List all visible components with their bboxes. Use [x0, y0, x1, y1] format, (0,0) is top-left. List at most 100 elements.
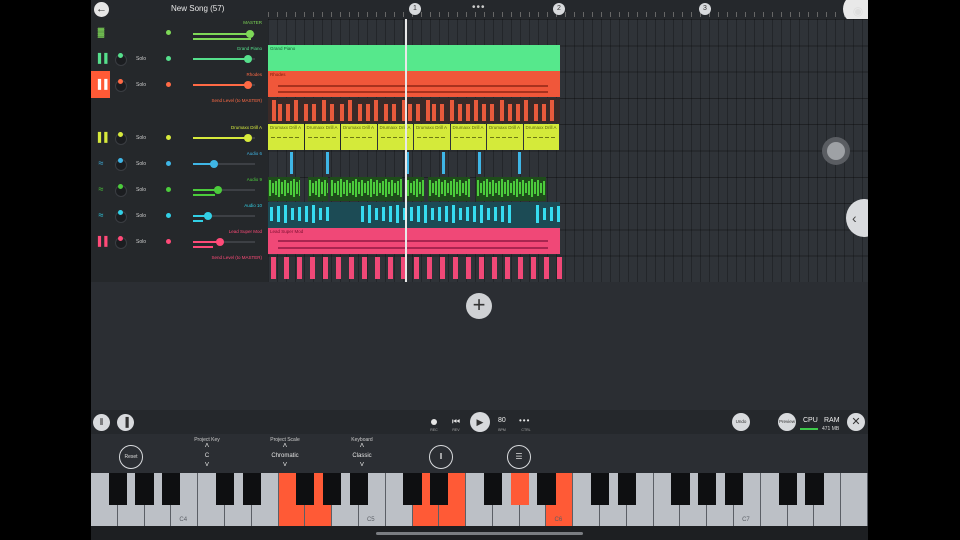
back-arrow-icon[interactable]: ←	[94, 2, 109, 17]
clip-rhodes-automation[interactable]	[268, 98, 560, 123]
clip-drumaxx[interactable]: Drumaxx Drill A	[523, 124, 559, 150]
undo-button[interactable]: Undo	[732, 413, 750, 431]
mute-dot[interactable]	[118, 158, 123, 163]
black-key[interactable]	[805, 473, 824, 505]
playhead[interactable]	[405, 19, 407, 282]
black-key[interactable]	[483, 473, 502, 505]
volume-fader[interactable]	[193, 55, 255, 63]
keyboard-value[interactable]: Classic	[337, 453, 387, 459]
black-key[interactable]	[778, 473, 797, 505]
timeline-marker-3[interactable]: 3	[699, 3, 711, 15]
fader-knob[interactable]	[214, 186, 222, 194]
black-key[interactable]	[296, 473, 315, 505]
solo-button[interactable]: Solo	[136, 187, 146, 193]
mute-dot[interactable]	[118, 53, 123, 58]
black-key[interactable]	[403, 473, 422, 505]
chevron-up-icon[interactable]: ˄	[337, 441, 387, 450]
preview-button[interactable]: Preview	[778, 413, 796, 431]
clip-rhodes[interactable]: Rhodes	[268, 71, 560, 97]
black-key[interactable]	[671, 473, 690, 505]
clip-drumaxx[interactable]: Drumaxx Drill A	[268, 124, 304, 150]
black-key[interactable]	[590, 473, 610, 505]
volume-fader[interactable]	[193, 81, 255, 89]
pause-keys-icon[interactable]: ‖	[429, 445, 453, 469]
project-scale-value[interactable]: Chromatic	[260, 453, 310, 459]
black-key[interactable]	[617, 473, 636, 505]
timeline-marker-1[interactable]: 1	[409, 3, 421, 15]
solo-button[interactable]: Solo	[136, 82, 146, 88]
mute-dot[interactable]	[118, 236, 123, 241]
solo-button[interactable]: Solo	[136, 135, 146, 141]
volume-fader[interactable]	[193, 134, 255, 142]
piano-keyboard[interactable]: C4 C5 C6 C7	[91, 473, 868, 526]
play-icon[interactable]: ▶	[470, 412, 490, 432]
solo-button[interactable]: Solo	[136, 161, 146, 167]
volume-fader[interactable]	[193, 238, 255, 246]
keyboard-layout-icon[interactable]: ☰	[507, 445, 531, 469]
black-key[interactable]	[537, 473, 556, 505]
timeline-ruler[interactable]	[268, 0, 868, 19]
playlist-area[interactable]: Grand Piano Rhodes Drumaxx Drill A Drumax…	[268, 19, 868, 282]
black-key[interactable]	[349, 473, 369, 505]
wave-bar	[417, 206, 420, 222]
clip-drumaxx[interactable]: Drumaxx Drill A	[414, 124, 450, 150]
solo-button[interactable]: Solo	[136, 56, 146, 62]
black-key[interactable]	[135, 473, 154, 505]
black-key[interactable]	[323, 473, 342, 505]
black-key[interactable]	[162, 473, 181, 505]
chevron-up-icon[interactable]: ˄	[260, 441, 310, 450]
add-track-button[interactable]: +	[466, 293, 492, 319]
note-bar	[307, 137, 312, 138]
close-icon[interactable]: ✕	[847, 413, 865, 431]
fader-knob[interactable]	[244, 55, 252, 63]
solo-button[interactable]: Solo	[136, 239, 146, 245]
fader-knob[interactable]	[244, 81, 252, 89]
volume-fader[interactable]	[193, 160, 255, 168]
mute-dot[interactable]	[118, 210, 123, 215]
chevron-down-icon[interactable]: ˅	[337, 460, 387, 469]
clip-grand-piano[interactable]: Grand Piano	[268, 45, 560, 71]
mixer-icon[interactable]: ⫴	[93, 414, 110, 431]
black-key[interactable]	[108, 473, 127, 505]
record-icon[interactable]	[431, 419, 437, 425]
volume-fader[interactable]	[193, 30, 255, 38]
scroll-knob[interactable]	[822, 137, 850, 165]
black-key[interactable]	[698, 473, 717, 505]
timeline-marker-2[interactable]: 2	[553, 3, 565, 15]
chevron-down-icon[interactable]: ˅	[260, 460, 310, 469]
fader-knob[interactable]	[210, 160, 218, 168]
mute-dot[interactable]	[118, 132, 123, 137]
black-key[interactable]	[724, 473, 744, 505]
solo-button[interactable]: Solo	[136, 213, 146, 219]
chevron-down-icon[interactable]: ˅	[182, 460, 232, 469]
volume-fader[interactable]	[193, 212, 255, 220]
black-key[interactable]	[215, 473, 235, 505]
fader-knob[interactable]	[244, 134, 252, 142]
clip-audio-10[interactable]	[268, 202, 560, 228]
fader-knob[interactable]	[204, 212, 212, 220]
mute-dot[interactable]	[118, 79, 123, 84]
rewind-icon[interactable]: ⏮	[452, 416, 460, 427]
more-options-icon[interactable]: •••	[472, 2, 486, 13]
project-key-value[interactable]: C	[182, 453, 232, 459]
black-key[interactable]	[430, 473, 449, 505]
clip-drumaxx[interactable]: Drumaxx Drill A	[487, 124, 523, 150]
white-key[interactable]	[841, 473, 868, 526]
volume-fader[interactable]	[193, 186, 255, 194]
fader-knob[interactable]	[216, 238, 224, 246]
note-bar	[453, 137, 458, 138]
reset-button[interactable]: Reset	[119, 445, 143, 469]
mute-dot[interactable]	[118, 184, 123, 189]
chevron-up-icon[interactable]: ˄	[182, 441, 232, 450]
clip-drumaxx[interactable]: Drumaxx Drill A	[341, 124, 377, 150]
black-key[interactable]	[510, 473, 529, 505]
clip-drumaxx[interactable]: Drumaxx Drill A	[377, 124, 413, 150]
bpm-value[interactable]: 80	[498, 417, 506, 424]
black-key[interactable]	[242, 473, 261, 505]
clip-drumaxx[interactable]: Drumaxx Drill A	[450, 124, 486, 150]
piano-roll-icon[interactable]: ▐	[117, 414, 134, 431]
ctrl-dots-icon[interactable]: •••	[519, 416, 530, 425]
fader-knob[interactable]	[246, 30, 254, 38]
clip-lead-super-mod[interactable]: Lead Super Mod	[268, 228, 560, 254]
clip-drumaxx[interactable]: Drumaxx Drill A	[304, 124, 340, 150]
